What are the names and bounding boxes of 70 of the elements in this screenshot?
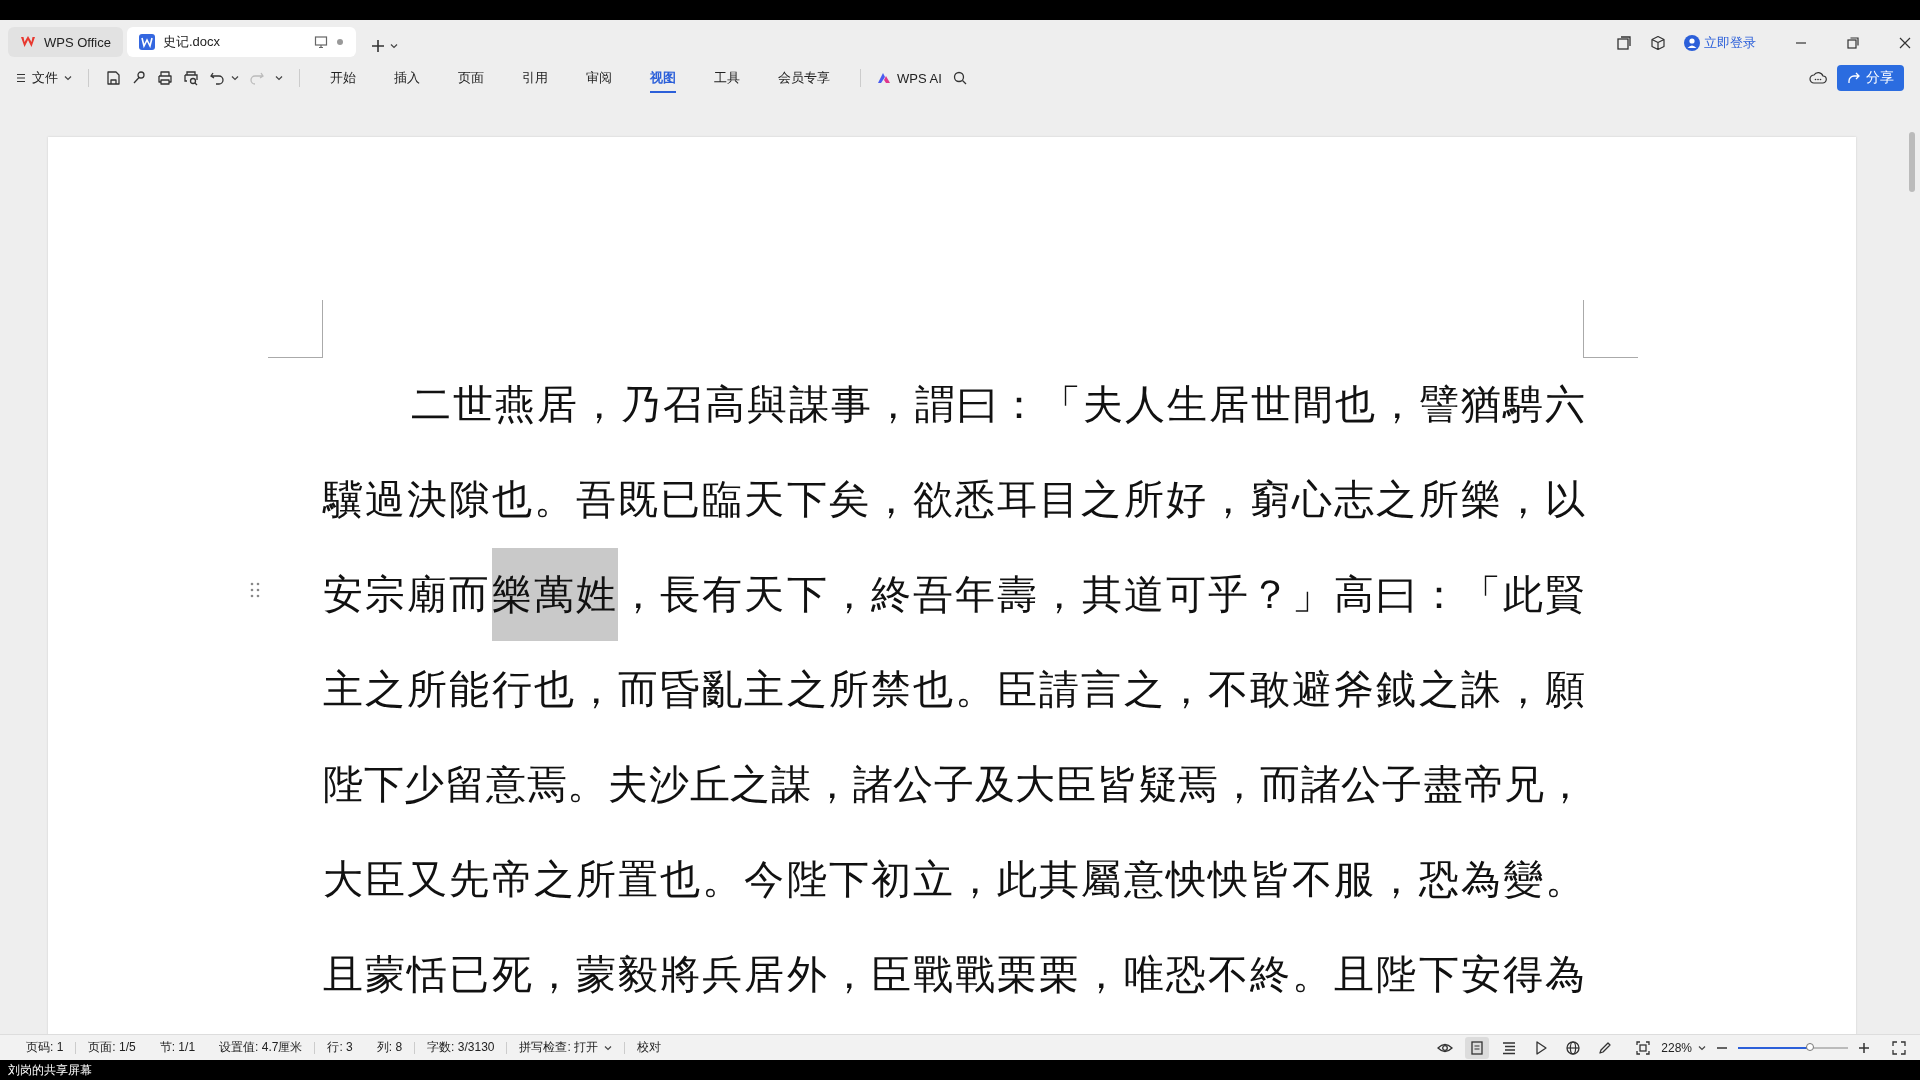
user-icon: [1684, 35, 1700, 51]
crop-mark: [1583, 300, 1638, 358]
ai-logo-icon: [877, 72, 891, 84]
status-text: 页面: 1/5: [87, 1039, 137, 1056]
text-line: 主之所能行也，而昏亂主之所禁也。臣請言之，不敢避斧鉞之誅，願: [323, 666, 1585, 714]
windows-icon[interactable]: [1616, 35, 1632, 51]
cloud-icon[interactable]: [1809, 70, 1827, 86]
undo-button[interactable]: [209, 70, 239, 86]
ribbon-tab[interactable]: 会员专享: [764, 63, 844, 93]
monitor-icon[interactable]: [313, 35, 328, 49]
ai-button[interactable]: WPS AI: [877, 70, 942, 86]
print-preview-icon[interactable]: [183, 70, 199, 86]
save-icon[interactable]: [105, 70, 121, 86]
zoom-in-icon[interactable]: [1858, 1041, 1870, 1054]
zoom-slider[interactable]: [1738, 1046, 1848, 1049]
screen-share-label: 刘岗的共享屏幕: [8, 1061, 92, 1079]
new-tab-button[interactable]: [369, 38, 398, 54]
caret-icon: [1698, 1044, 1706, 1051]
caret-icon: [64, 75, 72, 81]
page-view-button[interactable]: [1465, 1036, 1490, 1059]
caret-icon: [604, 1044, 613, 1051]
ribbon-tab[interactable]: 引用: [508, 63, 562, 93]
close-icon[interactable]: [1898, 36, 1912, 50]
file-menu[interactable]: 文件: [16, 69, 72, 87]
caret-icon: [389, 43, 398, 49]
menu-icon: [16, 73, 26, 83]
status-text: 设置值: 4.7厘米: [218, 1039, 304, 1056]
text-line: 且蒙恬已死，蒙毅將兵居外，臣戰戰栗栗，唯恐不終。且陛下安得為: [323, 951, 1585, 999]
ribbon-tab[interactable]: 插入: [380, 63, 434, 93]
print-icon[interactable]: [157, 70, 173, 86]
status-text: 节: 1/1: [158, 1039, 197, 1056]
logo-icon: [20, 34, 36, 50]
text-line: 二世燕居，乃召高與謀事，謂曰：「夫人生居世間也，譬猶騁六: [410, 381, 1585, 429]
drag-handle-icon[interactable]: [250, 582, 260, 598]
share-button[interactable]: 分享: [1837, 65, 1904, 91]
ribbon-tab[interactable]: 开始: [316, 63, 370, 93]
zoom-dropdown[interactable]: 228%: [1661, 1040, 1706, 1055]
text-line: 安宗廟而樂萬姓，長有天下，終吾年壽，其道可乎？」高曰：「此賢: [323, 547, 1585, 642]
cube-icon[interactable]: [1650, 35, 1666, 51]
fit-screen-icon[interactable]: [1635, 1039, 1652, 1056]
proofread-button[interactable]: 校对: [625, 1039, 674, 1056]
status-text: 行: 3: [326, 1039, 354, 1056]
status-text: 页码: 1: [25, 1039, 65, 1056]
plus-icon: [369, 38, 386, 54]
crop-mark: [268, 300, 323, 358]
spell-check-dropdown[interactable]: 拼写检查: 打开: [507, 1039, 625, 1056]
ribbon-tab[interactable]: 工具: [700, 63, 754, 93]
login-button[interactable]: 立即登录: [1684, 34, 1756, 52]
globe-icon: [1565, 1039, 1582, 1056]
restore-icon[interactable]: [1846, 36, 1860, 50]
fullscreen-icon[interactable]: [1892, 1040, 1906, 1055]
undo-icon: [209, 70, 225, 86]
status-text: 字数: 3/3130: [426, 1039, 496, 1056]
page-icon: [1469, 1039, 1486, 1056]
dot-icon: [335, 38, 344, 46]
text-line: 大臣又先帝之所置也。今陛下初立，此其屬意怏怏皆不服，恐為變。: [323, 856, 1585, 904]
search-icon[interactable]: [951, 70, 968, 86]
window-tab[interactable]: WPS Office: [8, 27, 123, 57]
caret-icon: [275, 75, 283, 81]
caret-icon: [231, 75, 239, 81]
text-line: 陛下少留意焉。夫沙丘之謀，諸公子及大臣皆疑焉，而諸公子盡帝兄，: [323, 761, 1585, 809]
ribbon-tab[interactable]: 页面: [444, 63, 498, 93]
document-icon: [138, 34, 155, 50]
text-line: 驥過決隙也。吾既已臨天下矣，欲悉耳目之所好，窮心志之所樂，以: [323, 476, 1585, 524]
ribbon-tab[interactable]: 审阅: [572, 63, 626, 93]
status-text: 列: 8: [375, 1039, 404, 1056]
ribbon-tab[interactable]: 视图: [636, 63, 690, 93]
window-tab[interactable]: 史记.docx: [126, 27, 356, 57]
share-icon: [1847, 71, 1861, 85]
list-icon: [1501, 1039, 1518, 1056]
